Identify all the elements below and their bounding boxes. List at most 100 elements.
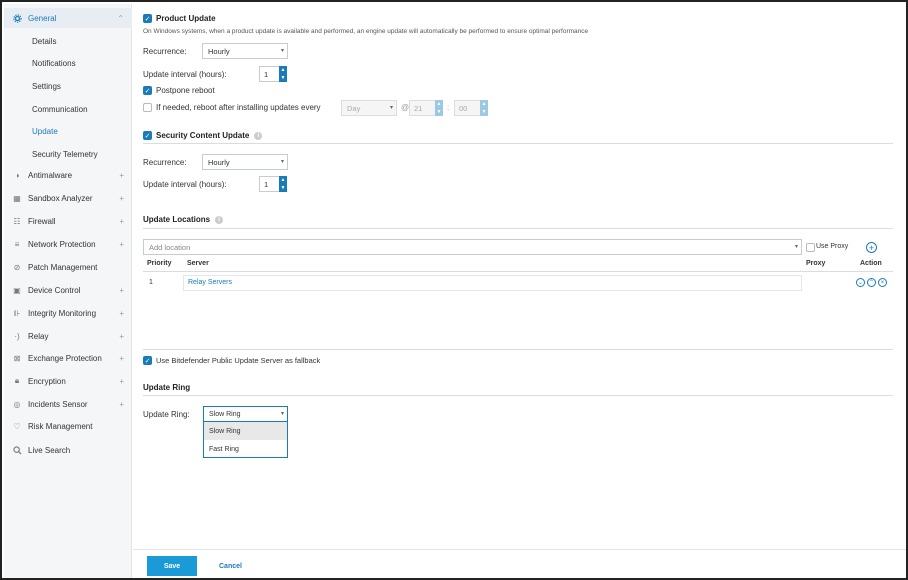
sidebar-item-network-protection[interactable]: ≡ Network Protection + <box>4 234 132 254</box>
move-up-icon[interactable]: ⌃ <box>867 278 876 287</box>
cancel-button[interactable]: Cancel <box>219 563 242 570</box>
divider <box>143 143 893 144</box>
sidebar-item-label: Network Protection <box>28 239 96 249</box>
use-proxy-checkbox[interactable] <box>806 243 815 252</box>
chevron-down-icon: ▾ <box>389 105 393 111</box>
divider <box>143 349 893 350</box>
sidebar-item-live-search[interactable]: Live Search <box>4 440 132 460</box>
shield-icon: ◑ <box>14 170 20 180</box>
stepper-up-icon[interactable]: ▲ <box>279 66 287 74</box>
reboot-after-install-checkbox[interactable] <box>143 103 152 112</box>
sidebar-item-sandbox-analyzer[interactable]: ▦ Sandbox Analyzer + <box>4 188 132 208</box>
fallback-label: Use Bitdefender Public Update Server as … <box>156 356 321 365</box>
sidebar-item-patch-management[interactable]: ⊘ Patch Management <box>4 257 132 277</box>
product-update-description: On Windows systems, when a product updat… <box>143 28 589 35</box>
update-ring-label: Update Ring: <box>143 410 190 419</box>
plus-icon[interactable]: + <box>119 194 124 203</box>
search-icon <box>12 445 22 455</box>
reboot-at-sign: @ <box>401 103 410 112</box>
recurrence-select[interactable]: Hourly ▾ <box>202 43 288 59</box>
update-ring-dropdown: Slow Ring Fast Ring <box>203 421 288 458</box>
column-header-priority: Priority <box>147 260 172 267</box>
stepper-up-icon[interactable]: ▲ <box>279 176 287 184</box>
sidebar-item-exchange-protection[interactable]: ⊠ Exchange Protection + <box>4 348 132 368</box>
plus-icon[interactable]: + <box>119 217 124 226</box>
plus-icon[interactable]: + <box>119 377 124 386</box>
sidebar-sub-update[interactable]: Update <box>32 122 58 140</box>
add-location-button[interactable]: + <box>866 242 877 253</box>
sidebar-item-antimalware[interactable]: ◑ Antimalware + <box>4 165 132 185</box>
add-location-input[interactable]: Add location ▾ <box>143 239 802 255</box>
sidebar-sub-settings[interactable]: Settings <box>32 77 61 95</box>
stepper-down-icon[interactable]: ▼ <box>435 108 443 116</box>
sidebar-sub-security-telemetry[interactable]: Security Telemetry <box>32 145 98 163</box>
chevron-down-icon: ▾ <box>280 159 284 165</box>
reboot-time-separator: : <box>447 103 450 112</box>
dropdown-option-fast-ring[interactable]: Fast Ring <box>204 440 287 458</box>
update-ring-select[interactable]: Slow Ring ▾ <box>203 406 288 422</box>
sidebar-sub-notifications[interactable]: Notifications <box>32 54 76 72</box>
plus-icon[interactable]: + <box>119 354 124 363</box>
column-header-proxy: Proxy <box>806 260 826 267</box>
save-button[interactable]: Save <box>147 556 197 576</box>
security-content-checkbox[interactable]: ✓ <box>143 131 152 140</box>
plus-icon[interactable]: + <box>119 400 124 409</box>
plus-icon[interactable]: + <box>119 309 124 318</box>
plus-icon[interactable]: + <box>119 332 124 341</box>
security-interval-stepper[interactable]: 1 ▲ ▼ <box>259 176 287 192</box>
sidebar-item-relay[interactable]: ·) Relay + <box>4 326 132 346</box>
security-recurrence-label: Recurrence: <box>143 158 187 167</box>
security-content-title: Security Content Update i <box>156 131 263 140</box>
divider <box>143 395 893 396</box>
row-server-link[interactable]: Relay Servers <box>188 279 232 286</box>
security-interval-value: 1 <box>264 179 269 189</box>
sidebar-item-label: Live Search <box>28 445 71 455</box>
reboot-minute-stepper[interactable]: 00 ▲ ▼ <box>454 100 488 116</box>
column-header-server: Server <box>187 260 209 267</box>
sidebar-item-label: Incidents Sensor <box>28 399 88 409</box>
sidebar-item-incidents-sensor[interactable]: ◎ Incidents Sensor + <box>4 394 132 414</box>
stepper-down-icon[interactable]: ▼ <box>480 108 488 116</box>
move-down-icon[interactable]: ⌄ <box>856 278 865 287</box>
fallback-checkbox[interactable]: ✓ <box>143 356 152 365</box>
product-update-checkbox[interactable]: ✓ <box>143 14 152 23</box>
plus-icon[interactable]: + <box>119 240 124 249</box>
divider <box>143 228 893 229</box>
update-interval-stepper[interactable]: 1 ▲ ▼ <box>259 66 287 82</box>
sidebar-item-label: Risk Management <box>28 421 93 431</box>
postpone-reboot-label: Postpone reboot <box>156 86 215 95</box>
sidebar-item-label: Device Control <box>28 285 81 295</box>
sidebar-item-label: Sandbox Analyzer <box>28 193 93 203</box>
security-content-title-text: Security Content Update <box>156 131 250 140</box>
close-icon[interactable]: × <box>878 278 887 287</box>
sidebar-item-label: Antimalware <box>28 170 73 180</box>
plus-icon[interactable]: + <box>119 286 124 295</box>
sidebar-item-risk-management[interactable]: ♡ Risk Management <box>4 416 132 436</box>
info-icon[interactable]: i <box>215 215 224 224</box>
sidebar-item-general[interactable]: General ⌃ <box>4 8 132 28</box>
sidebar-item-device-control[interactable]: ▣ Device Control + <box>4 280 132 300</box>
stepper-up-icon[interactable]: ▲ <box>480 100 488 108</box>
reboot-minute-value: 00 <box>459 103 468 113</box>
reboot-day-value: Day <box>347 103 361 113</box>
update-interval-label: Update interval (hours): <box>143 70 227 79</box>
stepper-down-icon[interactable]: ▼ <box>279 74 287 82</box>
window-frame: General ⌃ Details Notifications Settings… <box>0 0 908 580</box>
dropdown-option-slow-ring[interactable]: Slow Ring <box>204 422 287 440</box>
stepper-down-icon[interactable]: ▼ <box>279 184 287 192</box>
stepper-up-icon[interactable]: ▲ <box>435 100 443 108</box>
plus-icon[interactable]: + <box>119 171 124 180</box>
reboot-hour-stepper[interactable]: 21 ▲ ▼ <box>409 100 443 116</box>
security-recurrence-select[interactable]: Hourly ▾ <box>202 154 288 170</box>
sidebar-item-firewall[interactable]: ☷ Firewall + <box>4 211 132 231</box>
sidebar-sub-communication[interactable]: Communication <box>32 100 88 118</box>
chevron-down-icon: ▾ <box>794 244 798 250</box>
reboot-day-select[interactable]: Day ▾ <box>341 100 397 116</box>
sidebar-item-encryption[interactable]: 🔒︎ Encryption + <box>4 371 132 391</box>
sidebar-item-integrity-monitoring[interactable]: ⊪ Integrity Monitoring + <box>4 303 132 323</box>
chevron-up-icon[interactable]: ⌃ <box>117 14 124 23</box>
server-field[interactable] <box>183 275 802 291</box>
info-icon[interactable]: i <box>254 131 263 140</box>
postpone-reboot-checkbox[interactable]: ✓ <box>143 86 152 95</box>
sidebar-sub-details[interactable]: Details <box>32 32 56 50</box>
